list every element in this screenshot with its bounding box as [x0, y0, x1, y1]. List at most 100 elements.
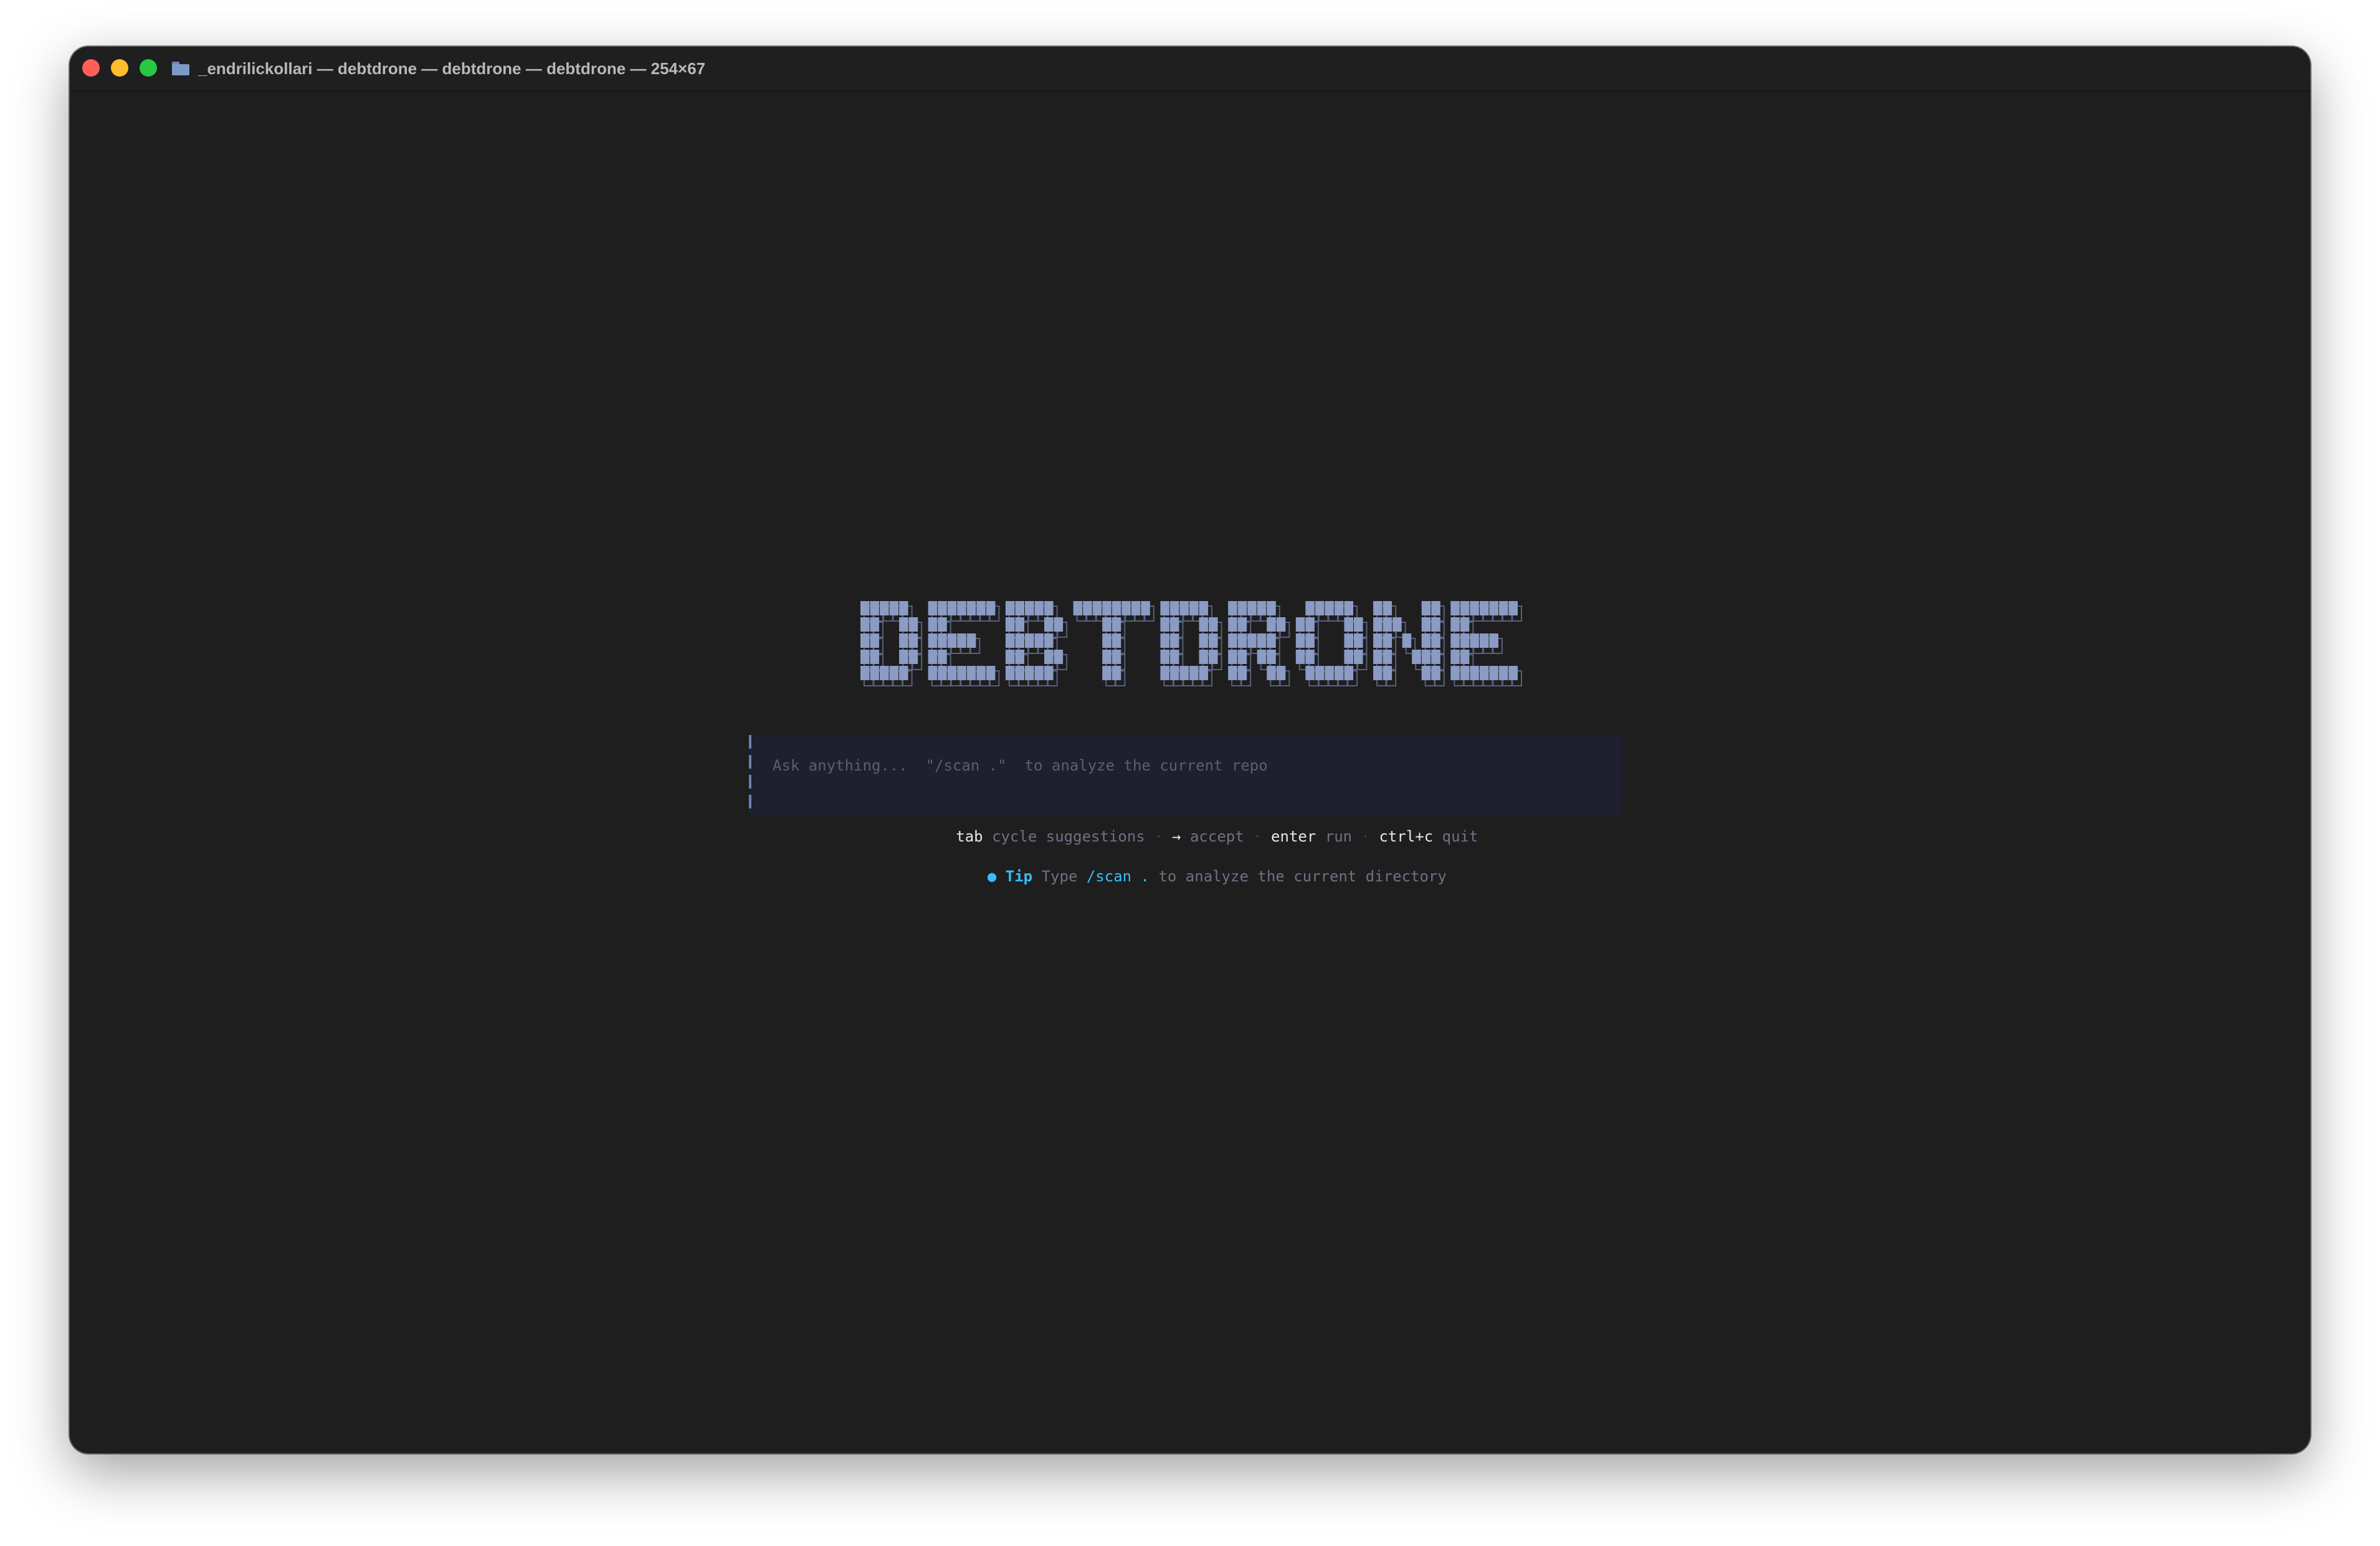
logo-block-cell [1344, 650, 1353, 664]
zoom-button[interactable] [140, 59, 157, 77]
close-button[interactable] [82, 59, 100, 77]
logo-block-cell [1160, 666, 1169, 680]
logo-block-cell [1431, 666, 1440, 680]
logo-block-cell [928, 633, 938, 648]
logo-block-cell [1373, 617, 1383, 632]
logo-block-cell [957, 666, 966, 680]
logo-block-cell [986, 601, 996, 615]
logo-block-cell [1383, 650, 1392, 664]
logo-block-cell [938, 617, 947, 632]
logo-block-cell [1460, 601, 1470, 615]
logo-block-cell [1344, 666, 1353, 680]
logo-block-cell [1102, 666, 1111, 680]
logo-block-cell [1015, 633, 1024, 648]
logo-block-cell [1169, 633, 1179, 648]
logo-block-cell [1015, 601, 1024, 615]
logo-block-cell [1334, 601, 1344, 615]
logo-block-cell [1412, 650, 1421, 664]
logo-block-cell [1160, 617, 1169, 632]
logo-block-cell [1295, 633, 1305, 648]
logo-block-cell [1383, 617, 1392, 632]
logo-block-cell [1083, 601, 1092, 615]
logo-block-cell [870, 666, 880, 680]
folder-icon [172, 62, 189, 75]
logo-block-cell [966, 666, 976, 680]
logo-block-cell [1025, 601, 1034, 615]
logo-block-cell [1237, 633, 1247, 648]
logo-block-cell [1460, 617, 1470, 632]
terminal-window: _endrilickollari — debtdrone — debtdrone… [70, 47, 2310, 1453]
logo-block-cell [957, 601, 966, 615]
logo-block-cell [1402, 633, 1412, 648]
logo-block-cell [1276, 666, 1286, 680]
logo-block-cell [1267, 650, 1276, 664]
logo-block-cell [1237, 666, 1247, 680]
logo-block-cell [1325, 666, 1334, 680]
hint-key-arrow: → [1172, 828, 1181, 845]
logo-block-cell [1421, 666, 1431, 680]
logo-block-cell [1325, 601, 1334, 615]
logo-block-cell [1228, 650, 1237, 664]
logo-block-cell [947, 633, 957, 648]
logo-block-cell [1267, 633, 1276, 648]
tip-text-before: Type [1041, 868, 1078, 885]
logo-block-cell [1450, 650, 1460, 664]
logo-block-cell [1354, 617, 1363, 632]
logo-block-cell [1450, 601, 1460, 615]
minimize-button[interactable] [111, 59, 128, 77]
logo-block-cell [1489, 633, 1498, 648]
logo-block-cell [1344, 633, 1353, 648]
hint-separator: · [1154, 828, 1163, 845]
logo-block-cell [1431, 601, 1440, 615]
logo-block-cell [1189, 601, 1199, 615]
logo-block-cell [1005, 650, 1015, 664]
logo-block-cell [1169, 617, 1179, 632]
logo-block-cell [928, 650, 938, 664]
logo-block-cell [1257, 601, 1267, 615]
logo-block-cell [1073, 601, 1083, 615]
logo-block-cell [1354, 633, 1363, 648]
logo-block-cell [1267, 617, 1276, 632]
logo-block-cell [938, 666, 947, 680]
logo-block-cell [1295, 617, 1305, 632]
logo-block-cell [1392, 617, 1402, 632]
logo-block-cell [1044, 601, 1054, 615]
logo-block-cell [889, 601, 899, 615]
logo-block-cell [1315, 666, 1325, 680]
logo-block-cell [1305, 617, 1315, 632]
logo-block-cell [1005, 601, 1015, 615]
logo-block-cell [1247, 601, 1257, 615]
tip-label: Tip [1005, 868, 1033, 885]
logo-block-cell [1489, 666, 1498, 680]
logo-block-cell [1092, 601, 1102, 615]
logo-block-cell [1460, 633, 1470, 648]
logo-block-cell [1199, 601, 1209, 615]
logo-block-cell [1199, 666, 1209, 680]
logo-block-cell [1431, 617, 1440, 632]
logo-block-cell [1015, 650, 1024, 664]
logo-block-cell [1450, 617, 1460, 632]
logo-block-cell [899, 601, 908, 615]
logo-block-cell [966, 601, 976, 615]
logo-block-cell [1111, 617, 1121, 632]
logo-block-cell [928, 617, 938, 632]
logo-block-cell [1450, 633, 1460, 648]
logo-block-cell [1479, 633, 1489, 648]
logo-block-cell [1383, 633, 1392, 648]
title-bar[interactable]: _endrilickollari — debtdrone — debtdrone… [70, 47, 2310, 92]
logo-block-cell [1373, 650, 1383, 664]
logo-block-cell [1199, 650, 1209, 664]
logo-block-cell [1199, 633, 1209, 648]
logo-block-cell [928, 666, 938, 680]
logo-block-cell [1228, 617, 1237, 632]
tip-command: /scan . [1086, 868, 1150, 885]
logo-block-cell [1025, 633, 1034, 648]
logo-block-cell [1005, 617, 1015, 632]
logo-block-cell [1421, 617, 1431, 632]
logo-block-cell [870, 617, 880, 632]
prompt-input[interactable]: Ask anything... "/scan ." to analyze the… [749, 735, 1621, 815]
tip-line: ● Tip Type /scan . to analyze the curren… [70, 850, 2310, 903]
logo-block-cell [1179, 666, 1189, 680]
logo-block-cell [1295, 650, 1305, 664]
logo-block-cell [1257, 650, 1267, 664]
